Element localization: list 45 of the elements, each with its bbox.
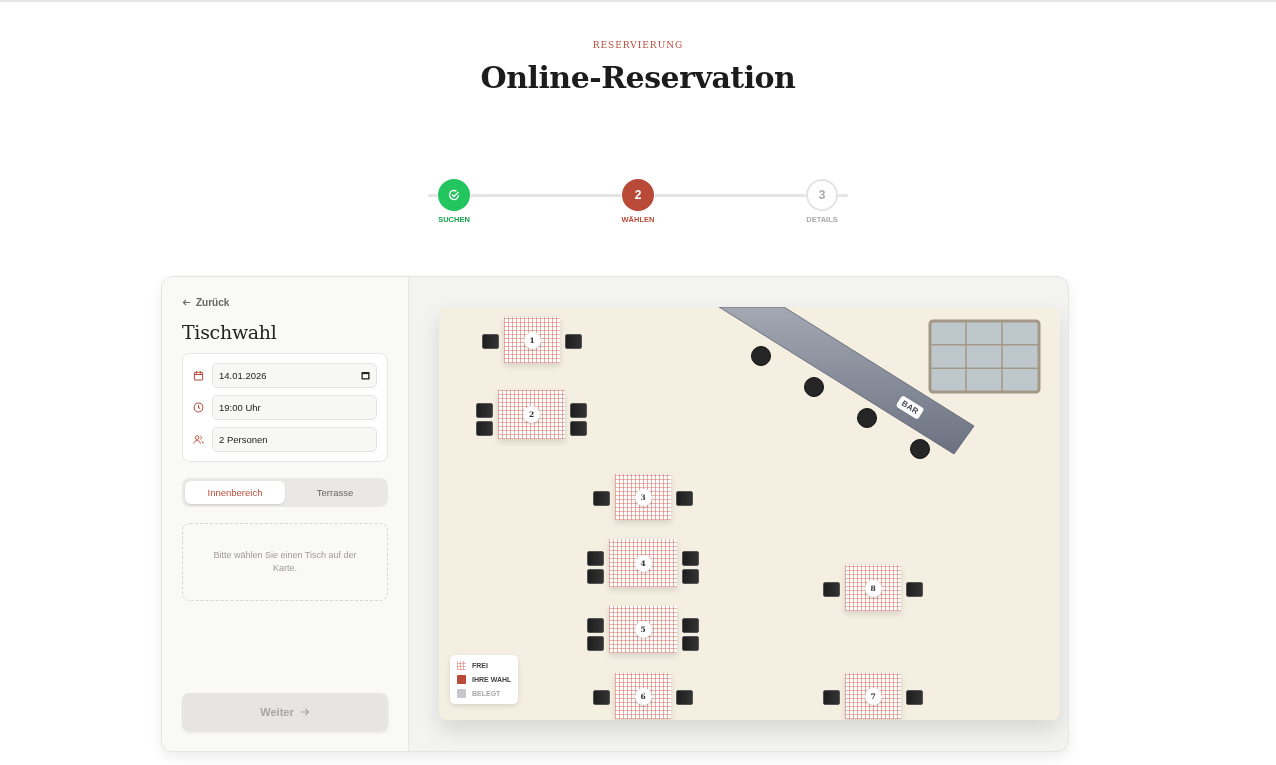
calendar-picker-icon[interactable] [361,371,370,380]
bar-stool [804,377,824,397]
chair [565,334,582,349]
bar-stool [910,439,930,459]
chair [906,582,923,597]
arrow-left-icon [182,298,191,307]
calendar-icon [193,370,204,381]
chair [682,617,699,633]
chair [676,690,693,705]
bar-stool [751,346,771,366]
bar-stool [857,408,877,428]
chair [587,635,604,651]
chair [593,690,610,705]
panel-title: Tischwahl [182,321,278,343]
area-tab[interactable]: Terrasse [285,481,385,504]
chair [682,551,699,566]
chair [482,334,499,349]
guests-field[interactable]: 2 Personen [212,427,377,452]
chair [676,491,693,506]
chair [587,617,604,633]
chair [682,635,699,651]
clock-icon [193,402,204,413]
chair [823,690,840,705]
step-indicator: 3 [806,179,838,211]
chair [476,402,493,418]
page-title: Online-Reservation [480,60,796,95]
step-indicator: 2 [622,179,654,211]
chair [906,690,923,705]
chair [587,569,604,584]
date-field[interactable]: 14.01.2026 [212,363,377,388]
selection-hint: Bitte wählen Sie einen Tisch auf der Karte. [212,548,358,575]
area-tab[interactable]: Innenbereich [185,481,285,504]
back-link[interactable]: Zurück [182,297,230,308]
arrow-right-icon [299,707,310,717]
chair [587,551,604,566]
chair [476,420,493,436]
chair [593,491,610,506]
section-eyebrow: RESERVIERUNG [592,40,684,50]
chair [570,402,587,418]
check-circle-icon [448,189,460,201]
chair [682,569,699,584]
people-icon [193,434,204,445]
time-field[interactable]: 19:00 Uhr [212,395,377,420]
chair [570,420,587,436]
chair [823,582,840,597]
